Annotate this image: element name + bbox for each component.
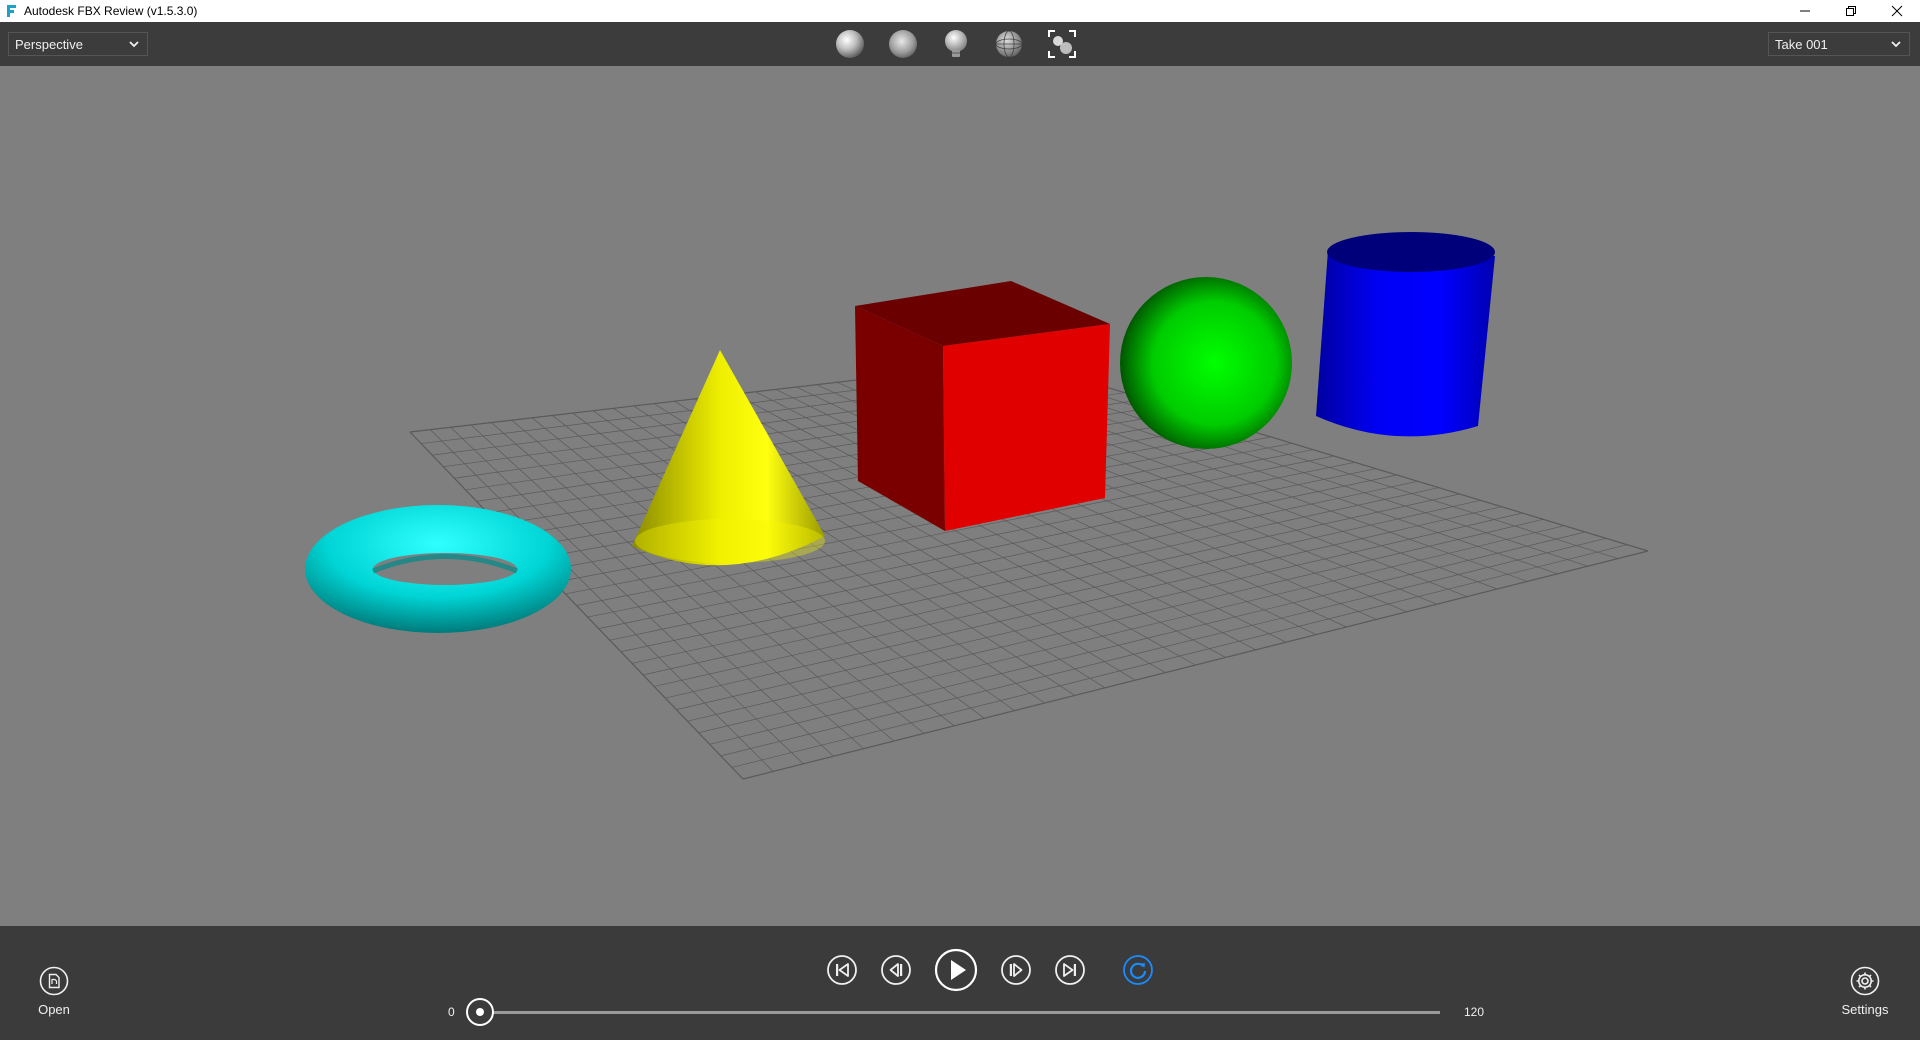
take-select[interactable]: Take 001 — [1768, 32, 1910, 56]
chevron-down-icon — [129, 41, 139, 48]
shading-toolbar — [832, 26, 1097, 62]
frame-all-icon — [1048, 30, 1076, 58]
shaded-button[interactable] — [832, 26, 868, 62]
title-bar: Autodesk FBX Review (v1.5.3.0) — [0, 0, 1920, 22]
gear-icon — [1850, 966, 1880, 996]
scene-canvas — [305, 232, 1649, 780]
restore-icon — [1846, 6, 1856, 16]
3d-viewport[interactable] — [0, 66, 1920, 926]
restore-button[interactable] — [1828, 0, 1874, 22]
minimize-icon — [1800, 10, 1810, 12]
timeline-start-frame: 0 — [448, 1005, 455, 1019]
grid-line — [698, 525, 1565, 734]
step-back-button[interactable] — [880, 954, 912, 986]
smooth-sphere-icon — [889, 30, 917, 58]
cylinder-object[interactable] — [1316, 232, 1495, 437]
cube-object[interactable] — [855, 281, 1110, 531]
timeline-end-frame: 120 — [1464, 1005, 1485, 1019]
go-to-start-icon — [827, 955, 857, 985]
open-label: Open — [38, 1002, 70, 1017]
play-button[interactable] — [934, 948, 978, 992]
lighting-button[interactable] — [938, 26, 974, 62]
fbx-logo-icon — [6, 4, 18, 18]
step-forward-icon — [1001, 955, 1031, 985]
loop-button[interactable] — [1122, 954, 1154, 986]
chevron-down-icon — [1891, 41, 1901, 48]
torus-object[interactable] — [305, 505, 571, 633]
frame-all-button[interactable] — [1044, 26, 1080, 62]
window-title: Autodesk FBX Review (v1.5.3.0) — [24, 4, 198, 18]
settings-button[interactable]: Settings — [1825, 966, 1905, 1017]
wireframe-sphere-icon — [995, 30, 1023, 58]
wireframe-button[interactable] — [991, 26, 1027, 62]
go-to-end-button[interactable] — [1054, 954, 1086, 986]
go-to-end-icon — [1055, 955, 1085, 985]
timeline-scrubber[interactable] — [466, 998, 494, 1026]
go-to-start-button[interactable] — [826, 954, 858, 986]
step-forward-button[interactable] — [1000, 954, 1032, 986]
light-bulb-icon — [945, 30, 967, 57]
camera-view-value: Perspective — [15, 36, 83, 52]
smooth-shaded-button[interactable] — [885, 26, 921, 62]
open-file-icon — [39, 966, 69, 996]
close-button[interactable] — [1874, 0, 1920, 22]
sphere-object[interactable] — [1120, 277, 1292, 449]
loop-icon — [1123, 955, 1153, 985]
grid-line — [742, 550, 1649, 780]
settings-label: Settings — [1841, 1002, 1889, 1017]
transport-controls — [826, 948, 1154, 992]
close-icon — [1891, 5, 1903, 17]
take-value: Take 001 — [1775, 36, 1828, 52]
playback-panel: Open 0 120 Settings — [0, 926, 1920, 1040]
timeline-track[interactable] — [478, 1011, 1440, 1014]
grid-line — [720, 537, 1607, 757]
minimize-button[interactable] — [1782, 0, 1828, 22]
play-icon — [934, 948, 978, 992]
grid-line — [731, 544, 1628, 768]
top-toolbar: Perspective Take 001 — [0, 22, 1920, 66]
shaded-sphere-icon — [836, 30, 864, 58]
open-button[interactable]: Open — [14, 966, 94, 1017]
camera-view-select[interactable]: Perspective — [8, 32, 148, 56]
step-back-icon — [881, 955, 911, 985]
